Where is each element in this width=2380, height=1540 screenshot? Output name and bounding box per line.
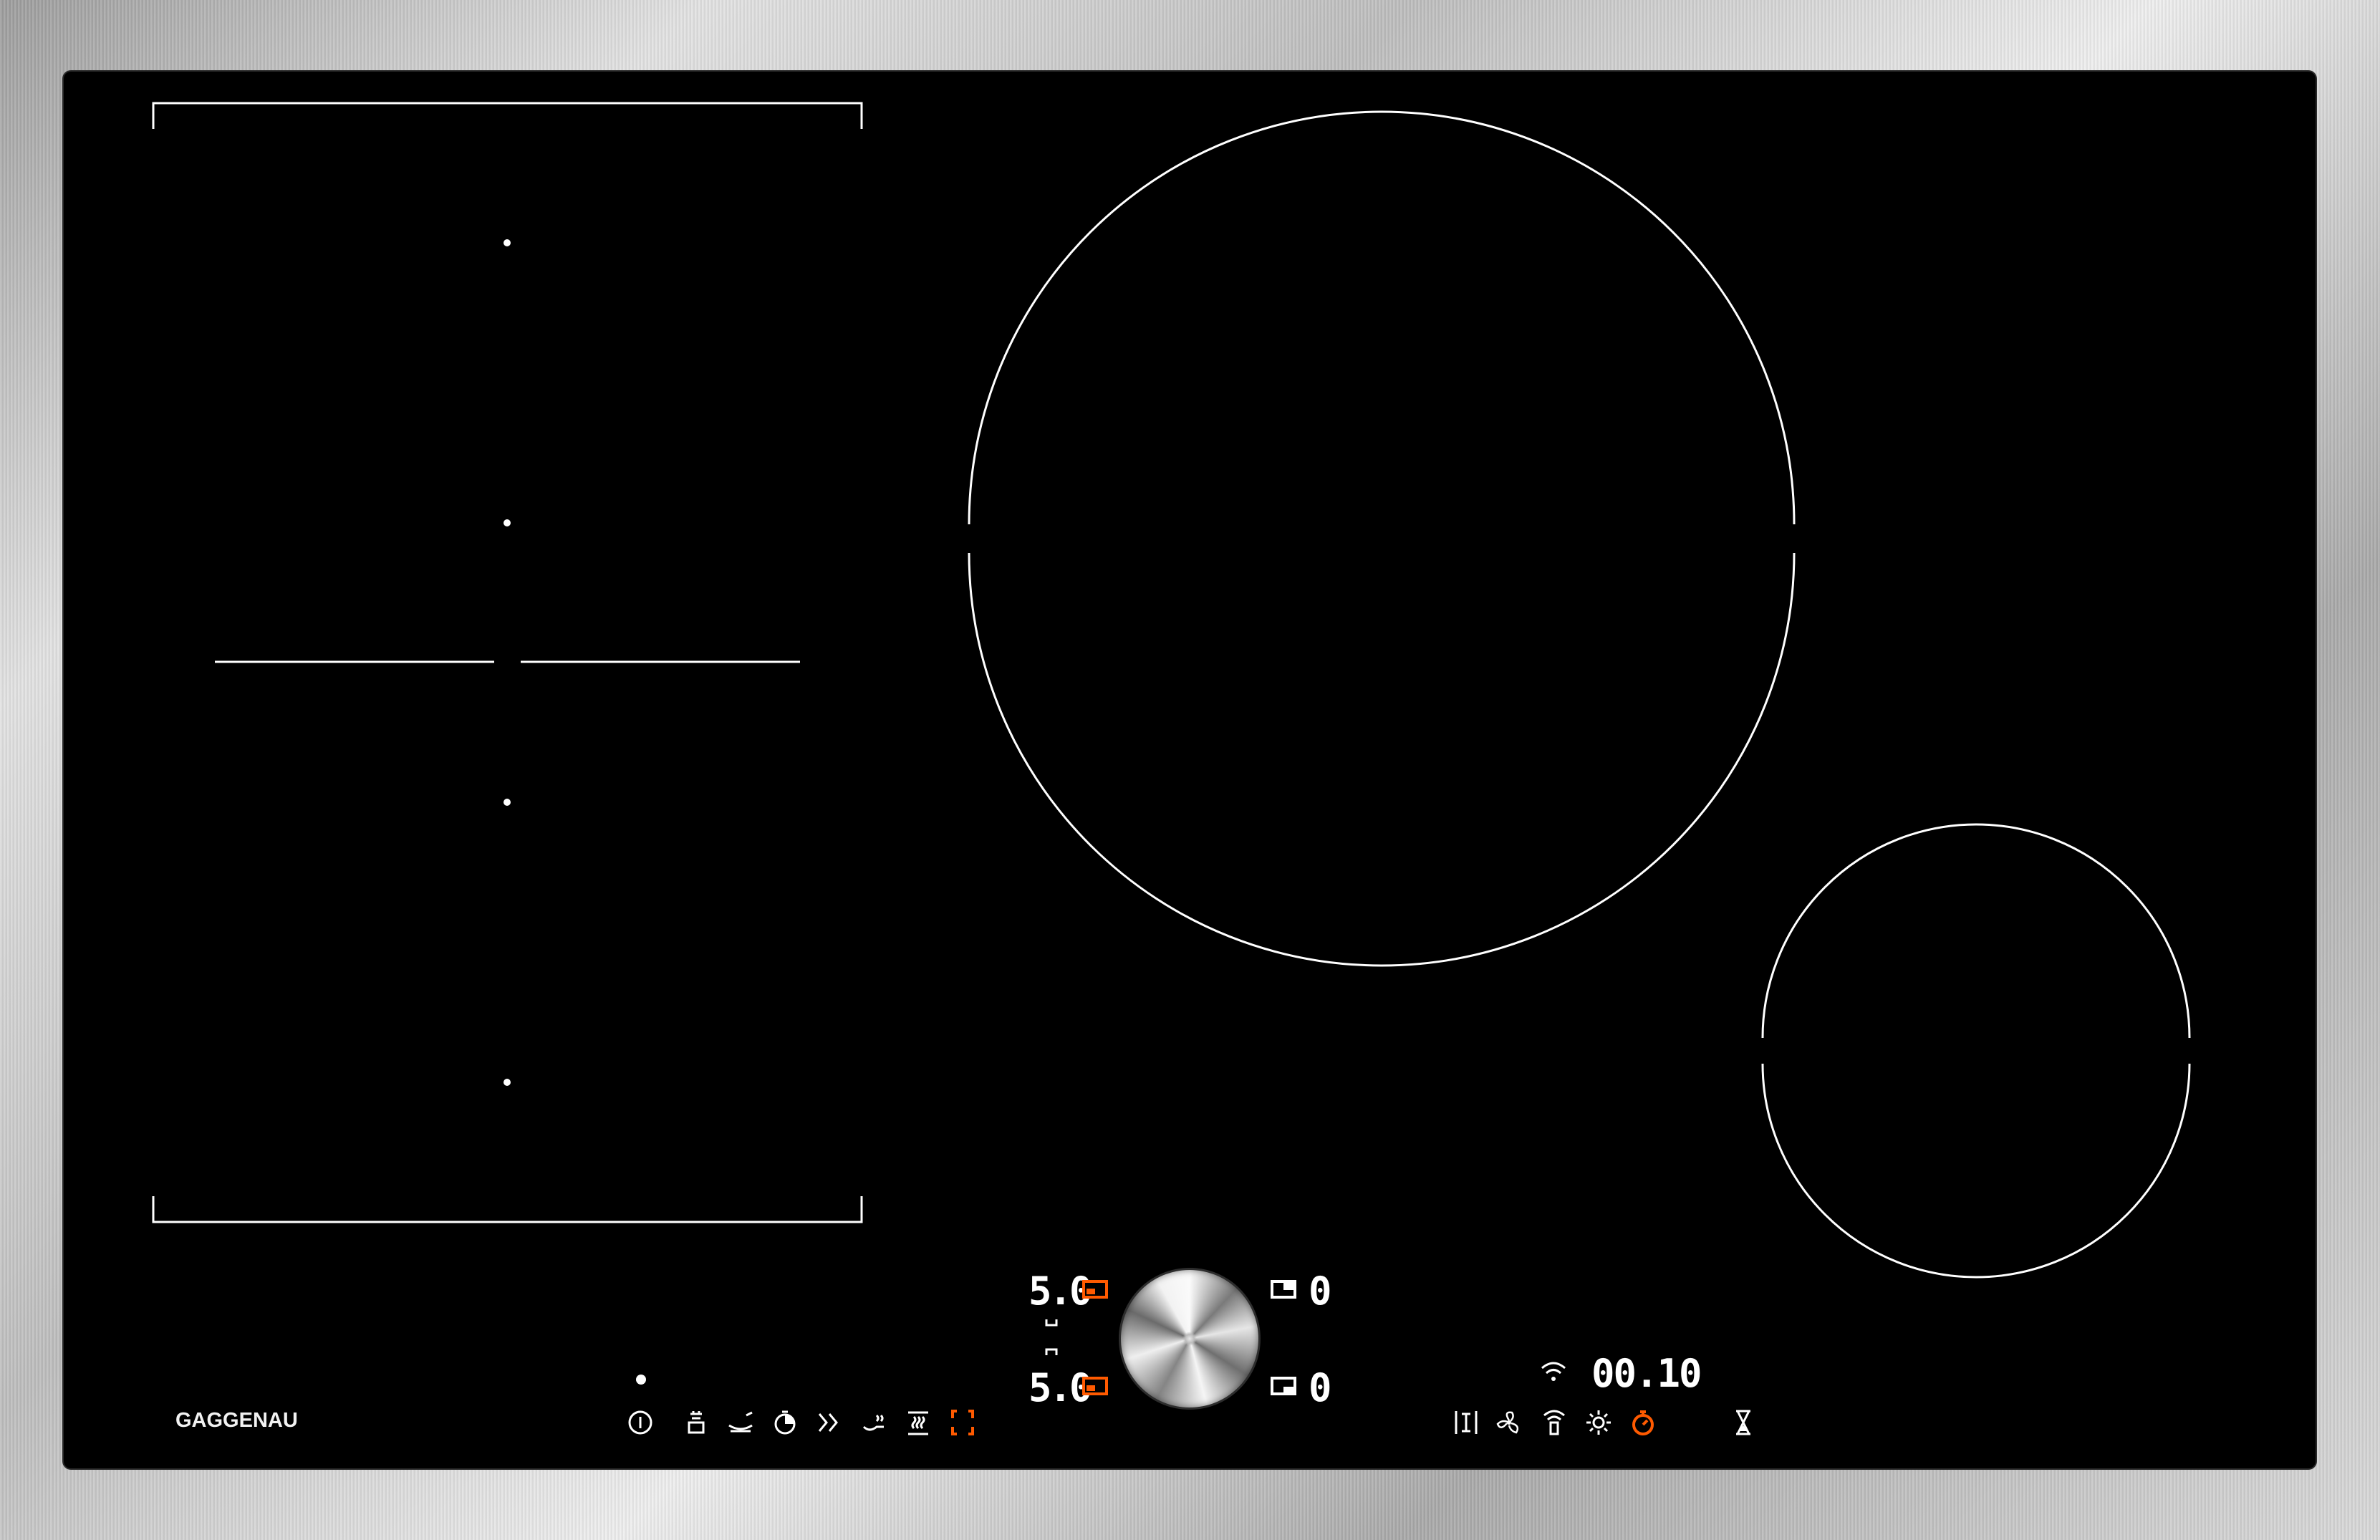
flex-zone-icon[interactable] [947, 1408, 978, 1440]
rear-zone-top-level: 0 [1309, 1269, 1331, 1314]
wifi-icon [1538, 1359, 1569, 1391]
flex-zone-dots [504, 239, 511, 1086]
flex-zone-dot [504, 519, 511, 526]
pot-steam-icon[interactable] [680, 1408, 712, 1440]
stopwatch-icon[interactable] [1627, 1408, 1659, 1440]
rear-zone-bottom-indicator[interactable] [1271, 1377, 1296, 1395]
flex-zone-dot [504, 1079, 511, 1086]
flex-zone-dot [504, 239, 511, 246]
light-icon[interactable] [1583, 1408, 1614, 1440]
keep-warm-icon[interactable] [858, 1408, 890, 1440]
rear-zone-bottom-level: 0 [1309, 1365, 1331, 1410]
small-cooking-zone [1761, 823, 2191, 1279]
power-indicator-dot [636, 1375, 646, 1385]
timer-display: 00.10 [1591, 1351, 1702, 1396]
heat-icon[interactable] [902, 1408, 934, 1440]
front-zone-top-level: 5.0 [1028, 1269, 1093, 1314]
front-zone-bottom-level: 5.0 [1028, 1365, 1093, 1410]
front-zone-bottom-indicator[interactable] [1082, 1377, 1108, 1395]
boost-icon[interactable] [814, 1408, 845, 1440]
brand-logo: GAGGENAU [175, 1409, 298, 1432]
info-icon[interactable] [625, 1408, 656, 1440]
hourglass-icon[interactable] [1728, 1408, 1759, 1440]
flex-zone-dot [504, 799, 511, 806]
zone-link-indicator [1045, 1319, 1058, 1355]
rear-zone-top-indicator[interactable] [1271, 1280, 1296, 1299]
control-knob[interactable] [1121, 1270, 1258, 1407]
fan-icon[interactable] [1493, 1408, 1525, 1440]
stretch-icon[interactable] [1450, 1408, 1482, 1440]
large-cooking-zone [968, 110, 1796, 967]
flex-zone-bottom-bracket [152, 1196, 863, 1223]
flex-zone-outline [152, 102, 863, 1223]
wifi-remote-icon[interactable] [1538, 1408, 1570, 1440]
front-zone-top-indicator[interactable] [1082, 1280, 1108, 1299]
timer-half-icon[interactable] [769, 1408, 801, 1440]
flex-zone-top-bracket [152, 102, 863, 129]
pan-icon[interactable] [725, 1408, 756, 1440]
